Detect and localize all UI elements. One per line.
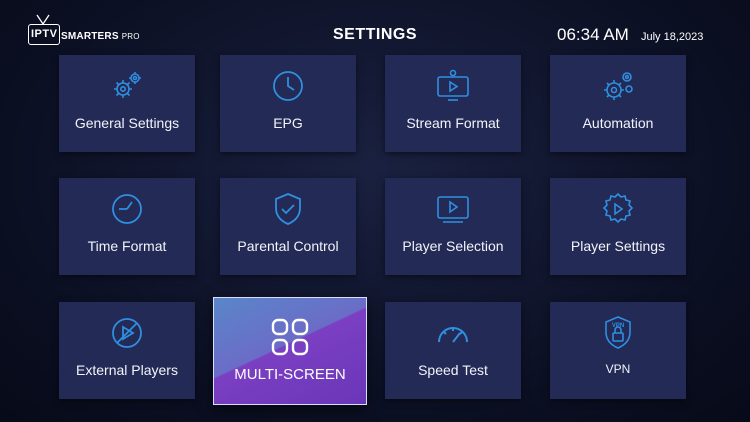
clock-icon xyxy=(273,71,303,101)
tile-label: Player Selection xyxy=(402,238,504,254)
tile-external-players[interactable]: External Players xyxy=(59,302,195,399)
shield-check-icon xyxy=(275,193,301,225)
clock-time: 06:34 AM xyxy=(557,25,629,44)
tile-label: Time Format xyxy=(87,238,167,254)
top-bar: IPTV SMARTERS PRO SETTINGS 06:34 AM July… xyxy=(0,0,750,56)
gear-automation-icon xyxy=(604,72,633,100)
tile-time-format[interactable]: Time Format xyxy=(59,178,195,275)
tile-label: General Settings xyxy=(74,115,180,131)
tile-parental-control[interactable]: Parental Control xyxy=(220,178,356,275)
gear-play-icon xyxy=(602,192,634,224)
tile-label: External Players xyxy=(76,362,178,378)
tile-speed-test[interactable]: Speed Test xyxy=(385,302,521,399)
tile-vpn[interactable]: VPN VPN xyxy=(550,302,686,399)
external-player-icon xyxy=(112,318,142,348)
tile-label: MULTI-SCREEN xyxy=(234,366,346,383)
tile-automation[interactable]: Automation xyxy=(550,55,686,152)
screen-play-icon xyxy=(437,196,469,223)
tile-general-settings[interactable]: General Settings xyxy=(59,55,195,152)
grid-four-icon xyxy=(271,318,309,356)
page-title: SETTINGS xyxy=(332,26,417,43)
tile-label: Stream Format xyxy=(406,115,500,131)
svg-text:VPN: VPN xyxy=(612,323,624,329)
tile-player-settings[interactable]: Player Settings xyxy=(550,178,686,275)
tile-label: Automation xyxy=(582,115,654,131)
tile-stream-format[interactable]: Stream Format xyxy=(385,55,521,152)
clock-date: July 18,2023 xyxy=(641,31,704,43)
tile-label: VPN xyxy=(605,362,631,376)
tile-label: Parental Control xyxy=(237,238,339,254)
tv-play-icon xyxy=(437,69,469,101)
tile-label: EPG xyxy=(273,115,303,131)
gears-icon xyxy=(114,72,141,98)
tile-multi-screen[interactable]: MULTI-SCREEN xyxy=(213,297,367,405)
speedometer-icon xyxy=(438,327,468,343)
tile-epg[interactable]: EPG xyxy=(220,55,356,152)
tile-label: Speed Test xyxy=(418,362,488,378)
vpn-shield-icon: VPN xyxy=(605,316,631,349)
tile-player-selection[interactable]: Player Selection xyxy=(385,178,521,275)
tile-label: Player Settings xyxy=(570,238,666,254)
clock-icon xyxy=(112,194,142,224)
